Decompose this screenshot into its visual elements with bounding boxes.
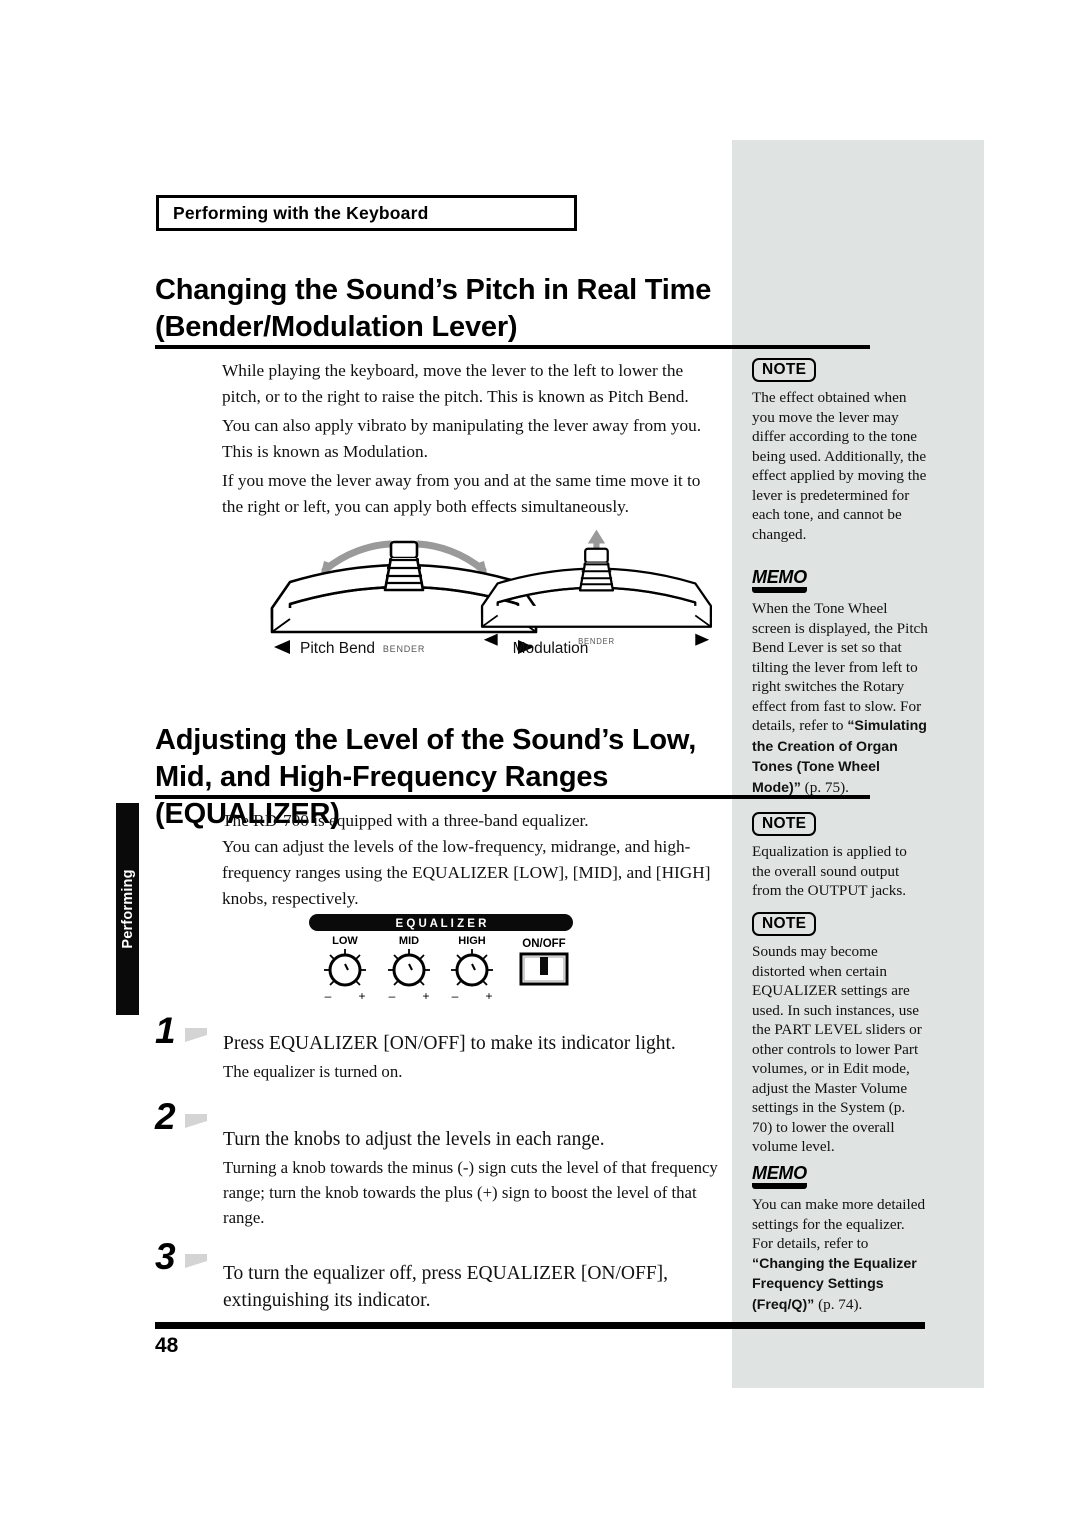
paragraph: While playing the keyboard, move the lev… [222, 361, 689, 406]
equalizer-panel-illustration: E Q U A L I Z E R LOW MID HIGH – + – + –… [305, 912, 585, 1007]
equalizer-onoff-switch: ON/OFF [519, 938, 569, 986]
knob-plus-low: + [358, 989, 365, 1003]
modulation-lever-graphic: BENDER [480, 529, 712, 646]
section-1-body: While playing the keyboard, move the lev… [222, 358, 714, 523]
side-note-5: MEMO You can make more detailed settings… [752, 1164, 928, 1315]
equalizer-knob-high: – + [451, 949, 493, 1003]
side-note-2-text-plain: When the Tone Wheel screen is displayed,… [752, 600, 928, 734]
equalizer-knob-low: – + [324, 949, 366, 1003]
equalizer-knob-mid: – + [388, 949, 430, 1003]
side-note-3: NOTE Equalization is applied to the over… [752, 812, 928, 901]
knob-minus-high: – [452, 989, 459, 1003]
side-note-5-text: You can make more detailed settings for … [752, 1195, 928, 1315]
side-note-4: NOTE Sounds may become distorted when ce… [752, 912, 928, 1157]
memo-badge-icon: MEMO [752, 1164, 807, 1189]
step-3-body: To turn the equalizer off, press EQUALIZ… [223, 1260, 723, 1314]
knob-label-high: HIGH [458, 935, 486, 947]
side-note-5-text-plain: You can make more detailed settings for … [752, 1196, 926, 1252]
pitch-bend-caption: Pitch Bend [300, 640, 375, 657]
equalizer-panel-label: E Q U A L I Z E R [396, 918, 488, 930]
page-number: 48 [155, 1334, 179, 1357]
note-badge-icon: NOTE [752, 358, 817, 382]
modulation-caption: Modulation [512, 640, 589, 657]
step-1-sub: The equalizer is turned on. [223, 1062, 403, 1081]
chapter-thumb-tab-label: Performing [119, 869, 136, 949]
paragraph: You can also apply vibrato by manipulati… [222, 416, 702, 461]
note-badge-icon: NOTE [752, 912, 817, 936]
manual-page: Performing with the Keyboard Changing th… [0, 0, 1080, 1528]
knob-minus-low: – [325, 989, 332, 1003]
knob-label-low: LOW [332, 935, 358, 947]
onoff-label: ON/OFF [522, 938, 565, 950]
paragraph: You can adjust the levels of the low-fre… [222, 837, 711, 908]
memo-badge-icon: MEMO [752, 568, 807, 593]
step-2-wedge-icon [185, 1114, 207, 1128]
equalizer-panel-svg: E Q U A L I Z E R LOW MID HIGH – + – + –… [309, 914, 573, 1003]
step-1-lead: Press EQUALIZER [ON/OFF] to make its ind… [223, 1033, 676, 1054]
side-note-3-text: Equalization is applied to the overall s… [752, 843, 907, 899]
knob-label-mid: MID [399, 935, 419, 947]
step-2-lead: Turn the knobs to adjust the levels in e… [223, 1129, 605, 1150]
section-2-body: The RD-700 is equipped with a three-band… [222, 808, 714, 912]
paragraph: If you move the lever away from you and … [222, 471, 701, 516]
side-note-2: MEMO When the Tone Wheel screen is displ… [752, 568, 928, 798]
footer-rule [155, 1322, 925, 1329]
note-badge-icon: NOTE [752, 812, 817, 836]
step-2-sub: Turning a knob towards the minus (-) sig… [223, 1158, 718, 1227]
side-note-4-text: Sounds may become distorted when certain… [752, 943, 922, 1155]
knob-minus-mid: – [389, 989, 396, 1003]
side-note-5-text-tail: (p. 74). [814, 1295, 863, 1313]
step-2-body: Turn the knobs to adjust the levels in e… [223, 1126, 723, 1230]
section-rule-1 [155, 345, 870, 349]
step-1-body: Press EQUALIZER [ON/OFF] to make its ind… [223, 1030, 723, 1084]
side-note-2-text-tail: (p. 75). [800, 778, 849, 796]
step-3-wedge-icon [185, 1254, 207, 1268]
running-head-label: Performing with the Keyboard [173, 202, 429, 223]
side-note-2-text: When the Tone Wheel screen is displayed,… [752, 599, 928, 798]
chapter-thumb-tab: Performing [116, 803, 139, 1015]
step-1-wedge-icon [185, 1028, 207, 1042]
running-head-box: Performing with the Keyboard [156, 195, 577, 231]
knob-plus-high: + [485, 989, 492, 1003]
side-note-1-text: The effect obtained when you move the le… [752, 389, 927, 543]
paragraph: The RD-700 is equipped with a three-band… [222, 811, 589, 830]
knob-plus-mid: + [422, 989, 429, 1003]
section-title-1: Changing the Sound’s Pitch in Real Time … [155, 274, 712, 343]
step-3-lead: To turn the equalizer off, press EQUALIZ… [223, 1263, 669, 1311]
side-note-1: NOTE The effect obtained when you move t… [752, 358, 928, 544]
